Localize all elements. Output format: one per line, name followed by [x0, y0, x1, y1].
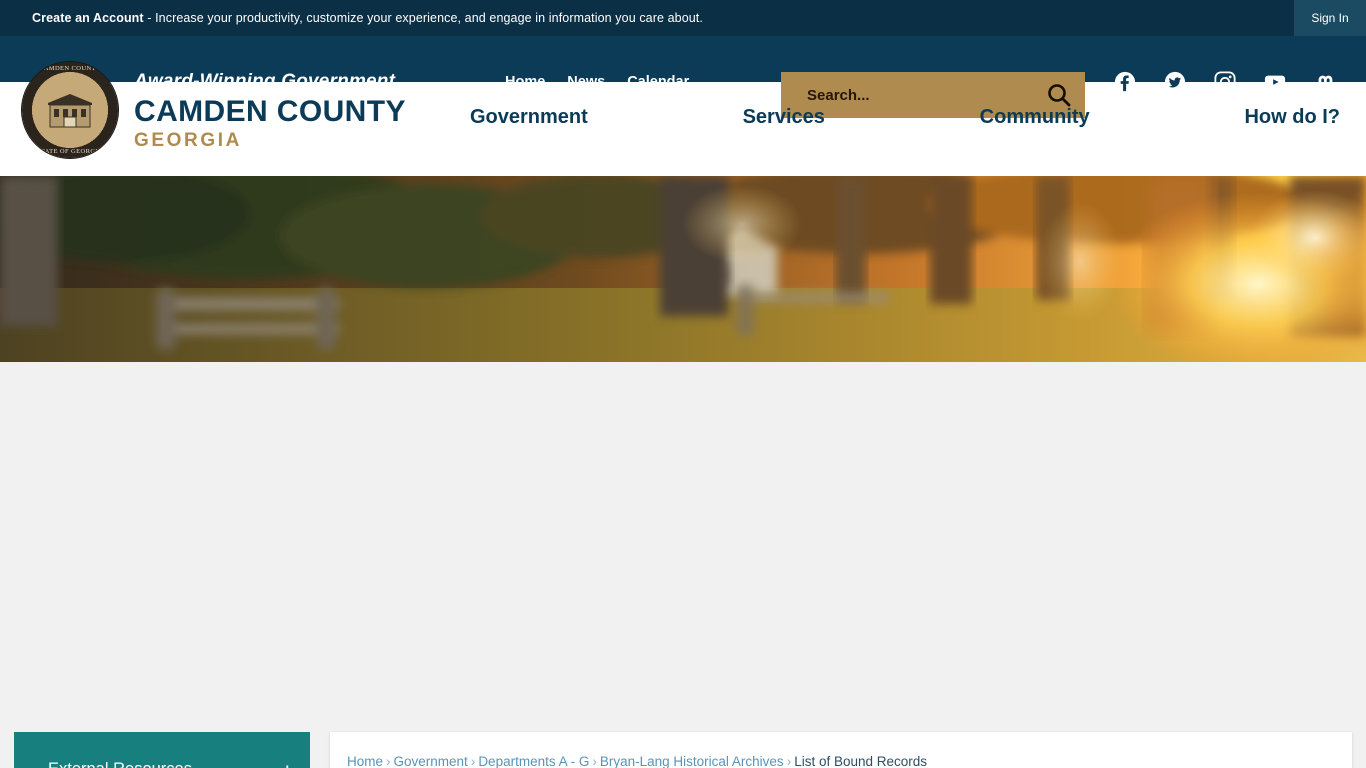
page-body: External Resources + List of Bound Recor… [0, 362, 1366, 768]
quicknav-item-home[interactable]: Home [505, 74, 545, 90]
breadcrumb: Home › Government › Departments A - G › Bryan-… [346, 754, 1322, 768]
create-account-description: - Increase your productivity, customize … [143, 11, 703, 25]
quicknav-item-news[interactable]: News [567, 74, 605, 90]
nextdoor-icon[interactable] [1314, 71, 1336, 93]
breadcrumb-separator: › [386, 754, 391, 768]
site-header: CAMDEN COUNTY STATE OF GEORGIA Award-Win… [0, 36, 1366, 176]
seal-bottom-text: STATE OF GEORGIA [36, 148, 104, 155]
breadcrumb-item-current: List of Bound Records [794, 754, 928, 768]
brand-subtitle: GEORGIA [134, 130, 242, 152]
site-tagline: Award-Winning Government [134, 71, 396, 92]
social-links [1114, 71, 1336, 93]
breadcrumb-separator: › [592, 754, 597, 768]
brand-block: CAMDEN COUNTY GEORGIA [134, 95, 406, 152]
courthouse-icon [48, 94, 92, 128]
instagram-icon[interactable] [1214, 71, 1236, 93]
create-account-link[interactable]: Create an Account [32, 11, 144, 25]
hero-sunset-park-scene [0, 176, 1366, 362]
quicknav-item-calendar[interactable]: Calendar [627, 74, 689, 90]
nav-item-services[interactable]: Services [743, 96, 825, 129]
create-account-message: Create an Account - Increase your produc… [32, 11, 703, 25]
breadcrumb-separator: › [786, 754, 792, 768]
breadcrumb-separator: › [470, 754, 476, 768]
youtube-icon[interactable] [1264, 71, 1286, 93]
breadcrumb-item-departments-a-g[interactable]: Departments A - G [478, 754, 589, 768]
twitter-icon[interactable] [1164, 71, 1186, 93]
breadcrumb-item-home[interactable]: Home [347, 754, 383, 768]
quick-nav: Home News Calendar [505, 74, 689, 90]
main-content-card: Home › Government › Departments A - G › Bryan-… [330, 732, 1352, 768]
seal-top-text: CAMDEN COUNTY [38, 65, 102, 72]
utility-bar: Create an Account - Increase your produc… [0, 0, 1366, 36]
breadcrumb-item-bryan-lang-historical-archives[interactable]: Bryan-Lang Historical Archives [600, 754, 784, 768]
breadcrumb-item-government[interactable]: Government [394, 754, 468, 768]
sidebar-item-external-resources[interactable]: External Resources + [14, 748, 310, 768]
nav-item-how-do-i[interactable]: How do I? [1244, 96, 1340, 129]
sidebar-item-label: External Resources [48, 760, 192, 768]
brand-title: CAMDEN COUNTY [134, 95, 406, 128]
nav-item-community[interactable]: Community [980, 96, 1090, 129]
section-sidebar-nav: External Resources + List of Bound Recor… [14, 732, 310, 768]
facebook-icon[interactable] [1114, 71, 1136, 93]
main-nav: Government Services Community How do I? [470, 96, 1350, 129]
expand-plus-icon[interactable]: + [283, 760, 292, 768]
hero-banner-image [0, 176, 1366, 362]
sign-in-button[interactable]: Sign In [1294, 0, 1366, 36]
nav-item-government[interactable]: Government [470, 96, 588, 129]
county-seal-logo[interactable]: CAMDEN COUNTY STATE OF GEORGIA [22, 62, 118, 158]
